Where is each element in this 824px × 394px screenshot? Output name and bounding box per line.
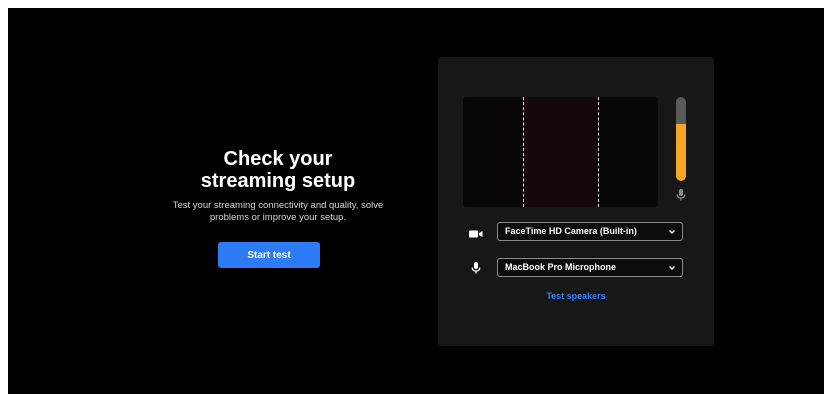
preview-center-region [523, 97, 598, 207]
preview-guide-right [598, 97, 599, 207]
mic-level-fill [676, 123, 686, 181]
camera-select-value: FaceTime HD Camera (Built-in) [505, 226, 637, 236]
page-title-line-1: Check your [223, 148, 333, 170]
preview-guide-left [523, 97, 524, 207]
page-title: Check your streaming setup [148, 148, 408, 192]
microphone-icon [471, 262, 481, 274]
device-setup-panel: FaceTime HD Camera (Built-in) MacBook Pr… [438, 57, 714, 346]
page-description-line-2: problems or improve your setup. [209, 212, 347, 223]
intro-section: Check your streaming setup Test your str… [148, 148, 408, 224]
chevron-down-icon [669, 266, 675, 270]
page-description-line-1: Test your streaming connectivity and qua… [172, 200, 384, 211]
microphone-icon [676, 189, 686, 201]
mic-level-meter [676, 97, 686, 181]
test-speakers-link[interactable]: Test speakers [438, 291, 714, 301]
chevron-down-icon [669, 230, 675, 234]
stream-check-page: Check your streaming setup Test your str… [8, 8, 824, 394]
page-description: Test your streaming connectivity and qua… [148, 200, 408, 224]
page-title-line-2: streaming setup [200, 170, 356, 192]
video-camera-icon [469, 230, 483, 238]
microphone-select-value: MacBook Pro Microphone [505, 262, 617, 272]
camera-select[interactable]: FaceTime HD Camera (Built-in) [497, 222, 683, 241]
camera-preview [463, 97, 658, 207]
microphone-select[interactable]: MacBook Pro Microphone [497, 258, 683, 277]
start-test-button[interactable]: Start test [218, 242, 320, 268]
